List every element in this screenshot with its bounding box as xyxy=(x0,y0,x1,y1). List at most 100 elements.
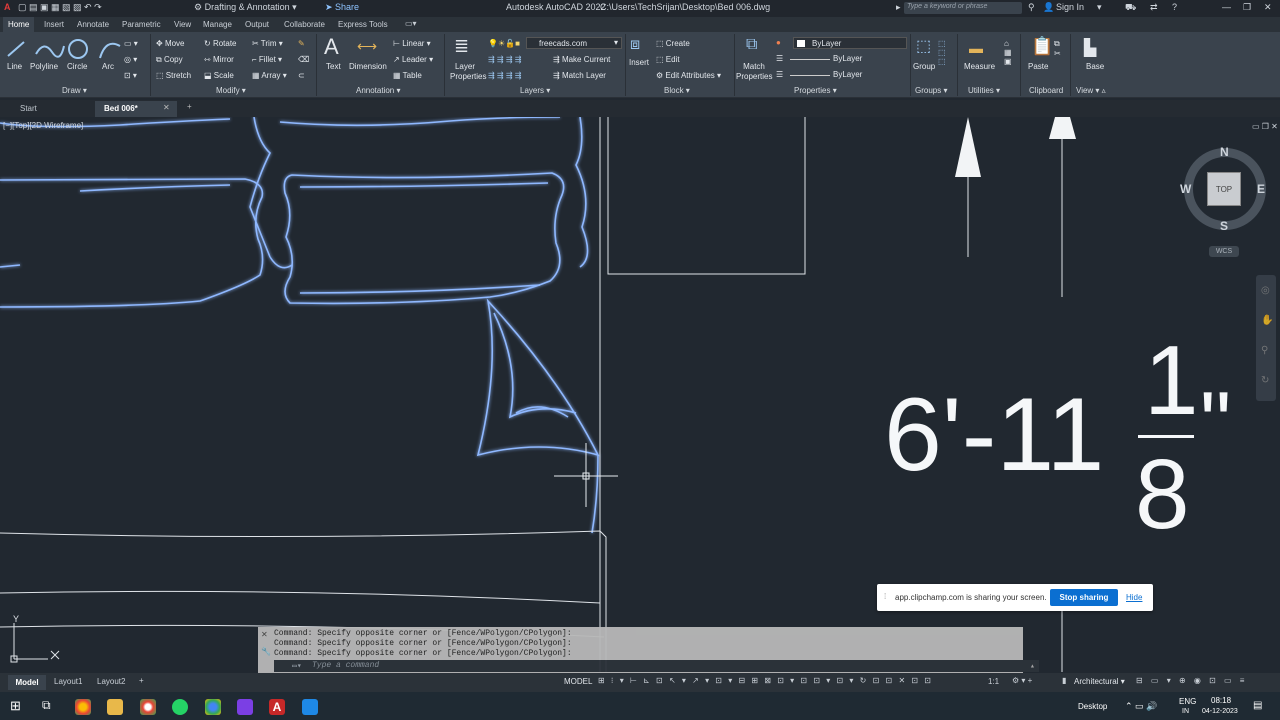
chrome-icon[interactable] xyxy=(75,699,91,715)
desktop-toolbar[interactable]: Desktop xyxy=(1078,702,1107,711)
layer-dropdown[interactable]: freecads.com ▾ xyxy=(526,37,622,49)
command-prompt-icon[interactable]: ▭▾ xyxy=(292,661,302,671)
compass-west[interactable]: W xyxy=(1180,182,1191,196)
close-icon[interactable]: ✕ xyxy=(163,103,170,112)
start-tab[interactable]: Start xyxy=(20,104,37,113)
search-arrow-icon[interactable]: ▸ xyxy=(896,2,901,13)
selected-bed-outline[interactable] xyxy=(0,117,600,534)
notification-icon[interactable]: ▤ xyxy=(1253,700,1262,711)
paste-icon[interactable]: 📋 xyxy=(1031,36,1053,57)
utilities-icons[interactable]: ⌂ ▦ ▣ xyxy=(1004,39,1012,66)
units-dropdown[interactable]: Architectural ▾ xyxy=(1074,677,1125,686)
steering-wheel-icon[interactable]: ◎ xyxy=(1261,285,1270,296)
match-layer-button[interactable]: ⇶ Match Layer xyxy=(553,71,606,80)
chrome-profile-icon[interactable] xyxy=(140,699,156,715)
viewport-controls-label[interactable]: [−][Top][2D Wireframe] xyxy=(3,121,83,130)
dropdown-icon[interactable]: ▾ xyxy=(1097,2,1102,13)
document-tab[interactable]: Bed 006* ✕ xyxy=(95,101,177,117)
tab-parametric[interactable]: Parametric xyxy=(122,20,161,29)
add-layout-icon[interactable]: + xyxy=(139,676,144,685)
arc-tool-button[interactable]: Arc xyxy=(102,62,114,71)
table-button[interactable]: ▦ Table xyxy=(393,71,422,80)
insert-button[interactable]: Insert xyxy=(629,58,649,67)
cart-icon[interactable]: ⛟ xyxy=(1125,2,1136,14)
groups-panel-label[interactable]: Groups ▾ xyxy=(915,86,947,95)
annotation-panel-label[interactable]: Annotation ▾ xyxy=(356,86,401,95)
restore-button[interactable]: ❐ xyxy=(1243,2,1251,13)
close-button[interactable]: ✕ xyxy=(1264,2,1272,13)
pan-icon[interactable]: ✋ xyxy=(1261,315,1273,326)
dimension-icon[interactable]: ⟷ xyxy=(357,38,377,55)
linetype-dropdown[interactable]: ByLayer xyxy=(790,53,907,65)
chrome-alt-icon[interactable] xyxy=(205,699,221,715)
scale-button[interactable]: ⬓ Scale xyxy=(204,71,234,80)
base-icon[interactable]: ▙ xyxy=(1084,38,1096,58)
circle-tool-button[interactable]: Circle xyxy=(67,62,87,71)
utilities-panel-label[interactable]: Utilities ▾ xyxy=(968,86,1000,95)
binoculars-icon[interactable]: ⚲ xyxy=(1028,2,1035,13)
tab-collaborate[interactable]: Collaborate xyxy=(284,20,325,29)
linear-button[interactable]: ⊢ Linear ▾ xyxy=(393,39,431,48)
view-panel-label[interactable]: View ▾ ▵ xyxy=(1076,86,1106,95)
command-history-toggle-icon[interactable]: ▴ xyxy=(1030,661,1035,671)
text-icon[interactable]: A xyxy=(324,34,339,60)
paste-button[interactable]: Paste xyxy=(1028,62,1048,71)
tab-annotate[interactable]: Annotate xyxy=(77,20,109,29)
annotation-scale[interactable]: 1:1 xyxy=(988,677,999,686)
layer-properties-icon[interactable]: ≣ xyxy=(454,36,469,57)
layer-tools-icons-2[interactable]: ⇶ ⇶ ⇶ ⇶ xyxy=(488,71,521,80)
share-button[interactable]: ➤ Share xyxy=(325,2,359,13)
help-search-input[interactable]: Type a keyword or phrase xyxy=(904,2,1022,14)
group-icon[interactable]: ⬚ xyxy=(916,36,931,56)
workspace-gear-icon[interactable]: ⚙ ▾ + xyxy=(1012,676,1032,685)
tray-icons[interactable]: ⌃ ▭ 🔊 xyxy=(1125,701,1157,712)
status-tools-icons[interactable]: ⊟ ▭ ▾ ⊕ ◉ ⊡ ▭ ≡ xyxy=(1136,676,1247,685)
tab-output[interactable]: Output xyxy=(245,20,269,29)
compass-north[interactable]: N xyxy=(1220,145,1229,159)
hide-link[interactable]: Hide xyxy=(1126,593,1142,602)
autocad-taskbar-icon[interactable]: A xyxy=(269,699,285,715)
match-properties-button[interactable]: Match Properties xyxy=(736,62,772,82)
make-current-button[interactable]: ⇶ Make Current xyxy=(553,55,610,64)
block-panel-label[interactable]: Block ▾ xyxy=(664,86,690,95)
clipboard-panel-label[interactable]: Clipboard xyxy=(1029,86,1063,95)
layer-state-icons[interactable]: 💡☀🔓■ xyxy=(488,39,520,48)
windows-start-icon[interactable]: ⊞ xyxy=(10,698,21,714)
drag-handle-icon[interactable]: ⁞ xyxy=(884,592,886,601)
ribbon-toggle-icon[interactable]: ▭▾ xyxy=(405,19,417,28)
new-tab-icon[interactable]: + xyxy=(187,102,192,111)
modify-panel-label[interactable]: Modify ▾ xyxy=(216,86,246,95)
leader-button[interactable]: ↗ Leader ▾ xyxy=(393,55,433,64)
whatsapp-icon[interactable] xyxy=(172,699,188,715)
user-icon[interactable]: 👤 xyxy=(1043,2,1054,13)
navigation-bar[interactable]: ◎ ✋ ⚲ ↻ xyxy=(1256,275,1276,401)
tab-manage[interactable]: Manage xyxy=(203,20,232,29)
minimize-button[interactable]: — xyxy=(1222,2,1231,12)
wrench-icon[interactable]: 🔧 xyxy=(261,647,271,656)
pencil-icon[interactable]: ✎ xyxy=(298,39,305,48)
draw-panel-label[interactable]: Draw ▾ xyxy=(62,86,87,95)
stop-sharing-button[interactable]: Stop sharing xyxy=(1050,589,1118,606)
mirror-button[interactable]: ⇿ Mirror xyxy=(204,55,234,64)
stretch-button[interactable]: ⬚ Stretch xyxy=(156,71,191,80)
task-view-icon[interactable]: ⧉ xyxy=(42,698,51,713)
lineweight-dropdown[interactable]: ByLayer xyxy=(790,69,907,81)
tab-home[interactable]: Home xyxy=(3,17,35,32)
boundary-icon[interactable]: ⊡ ▾ xyxy=(124,71,137,80)
close-icon[interactable]: ✕ xyxy=(261,630,268,639)
color-wheel-icon[interactable]: ● xyxy=(776,38,781,47)
hatch-icon[interactable]: ◎ ▾ xyxy=(124,55,137,64)
array-button[interactable]: ▦ Array ▾ xyxy=(252,71,287,80)
polyline-tool-button[interactable]: Polyline xyxy=(30,62,58,71)
fillet-button[interactable]: ⌐ Fillet ▾ xyxy=(252,55,282,64)
measure-button[interactable]: Measure xyxy=(964,62,995,71)
erase-icon[interactable]: ⌫ xyxy=(298,55,309,64)
layout2-tab[interactable]: Layout2 xyxy=(97,677,125,686)
wcs-menu[interactable]: WCS xyxy=(1209,246,1239,257)
sign-in-button[interactable]: Sign In xyxy=(1056,2,1084,12)
base-button[interactable]: Base xyxy=(1086,62,1104,71)
app-taskbar-icon[interactable] xyxy=(302,699,318,715)
command-input[interactable]: ▭▾ Type a command ▴ xyxy=(274,660,1039,672)
line-tool-button[interactable]: Line xyxy=(7,62,22,71)
language-indicator[interactable]: ENG xyxy=(1179,697,1196,706)
